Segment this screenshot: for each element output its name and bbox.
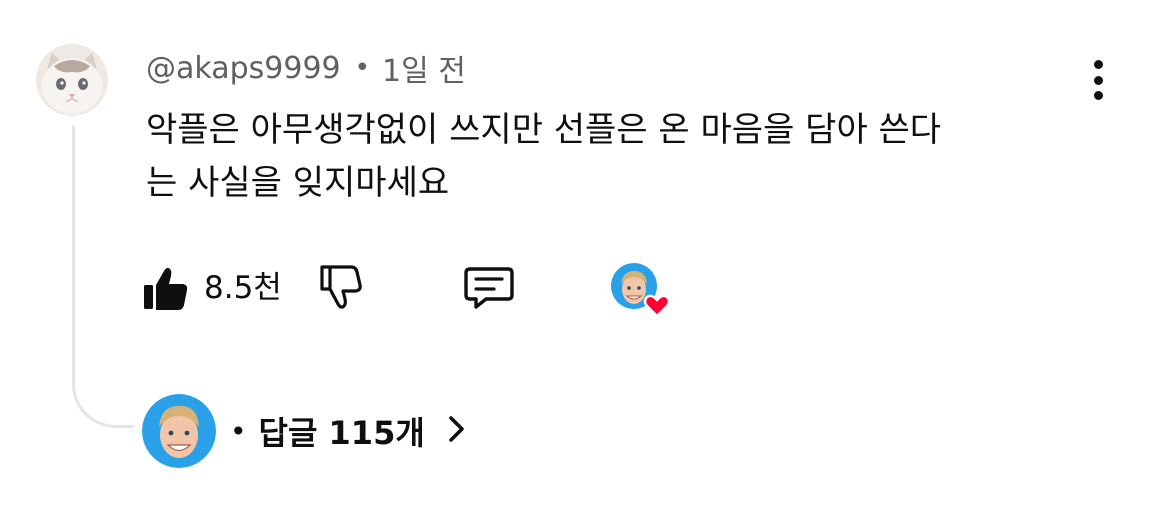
meta-separator: • bbox=[354, 53, 370, 83]
more-options-button[interactable] bbox=[1082, 58, 1114, 102]
creator-avatar-icon bbox=[142, 394, 216, 468]
more-dot bbox=[1093, 75, 1103, 85]
commenter-avatar[interactable] bbox=[36, 44, 108, 116]
comment-time[interactable]: 1일 전 bbox=[382, 46, 466, 90]
like-count: 8.5천 bbox=[204, 270, 282, 306]
thread-connector-line bbox=[72, 126, 134, 428]
comment-author[interactable]: @akaps9999 bbox=[146, 51, 341, 86]
like-button[interactable] bbox=[142, 258, 190, 318]
dislike-button[interactable] bbox=[316, 258, 364, 318]
thumbs-up-filled-icon bbox=[144, 267, 188, 310]
chevron-right-icon[interactable] bbox=[447, 414, 467, 448]
creator-heart-badge[interactable] bbox=[610, 262, 674, 322]
thumbs-down-outline-icon bbox=[320, 265, 362, 309]
view-replies-button[interactable]: • 답글 115개 bbox=[142, 394, 467, 468]
comment-text-line: 는 사실을 잊지마세요 bbox=[146, 163, 450, 203]
creator-avatar bbox=[142, 394, 216, 468]
replies-count-label[interactable]: 답글 115개 bbox=[259, 408, 425, 454]
comment-body: 악플은 아무생각없이 쓰지만 선플은 온 마음을 담아 쓴다 는 사실을 잊지마… bbox=[146, 104, 1076, 210]
cat-avatar-icon bbox=[36, 44, 108, 116]
reply-button[interactable] bbox=[462, 258, 516, 318]
comment-icon bbox=[464, 267, 514, 309]
more-dot bbox=[1093, 91, 1103, 100]
replies-separator: • bbox=[230, 414, 247, 448]
comment-meta: @akaps9999 • 1일 전 bbox=[146, 46, 466, 90]
comment-text-line: 악플은 아무생각없이 쓰지만 선플은 온 마음을 담아 쓴다 bbox=[146, 110, 942, 150]
creator-heart-icon bbox=[611, 263, 671, 318]
more-dot bbox=[1093, 60, 1103, 69]
